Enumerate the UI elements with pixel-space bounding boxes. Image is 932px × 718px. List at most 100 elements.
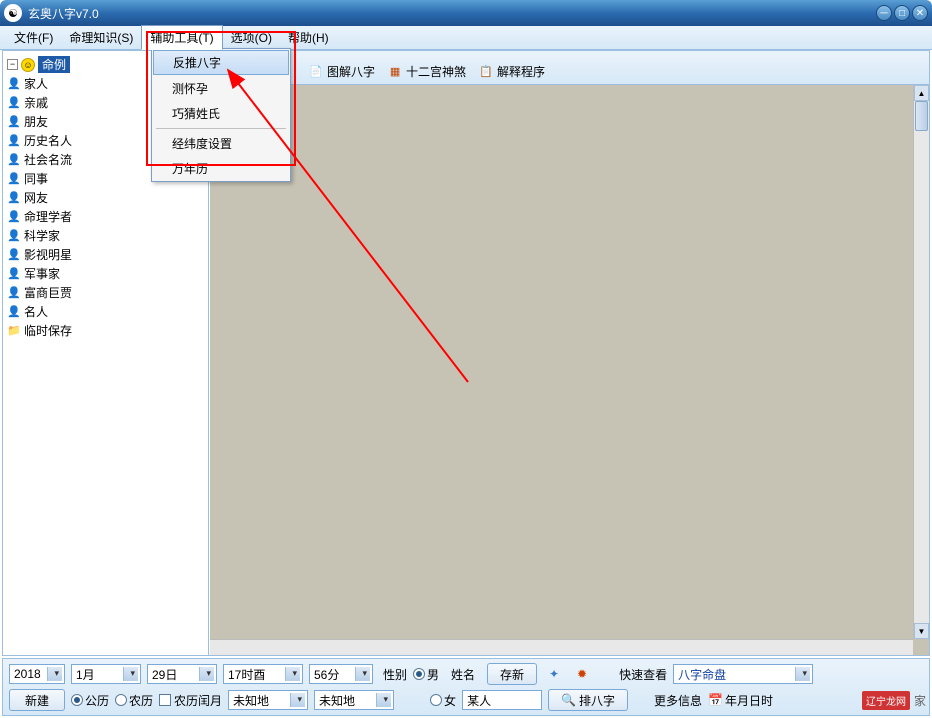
dropdown-lonlat[interactable]: 经纬度设置 [152,131,290,156]
horizontal-scrollbar[interactable] [210,639,913,655]
folder-icon: 👤 [7,134,21,148]
tree-item-label: 同事 [24,170,48,187]
folder-icon: 👤 [7,286,21,300]
tree-item[interactable]: 👤网友 [7,188,206,207]
toolbar-palaces-label: 十二宫神煞 [406,63,466,80]
name-label: 姓名 [451,666,475,683]
leap-checkbox[interactable] [159,694,171,706]
day-value: 29日 [152,666,177,683]
maximize-button[interactable]: □ [894,5,910,21]
tree-item[interactable]: 👤名人 [7,302,206,321]
year-select[interactable]: 2018 [9,664,65,684]
watermark-sub: 家 [914,692,926,709]
minute-select[interactable]: 56分 [309,664,373,684]
place1-value: 未知地 [233,692,269,709]
collapse-icon[interactable]: − [7,59,18,70]
scroll-up-icon[interactable]: ▲ [914,85,929,101]
tree-item[interactable]: 👤富商巨贾 [7,283,206,302]
folder-icon: 📁 [7,324,21,338]
day-select[interactable]: 29日 [147,664,217,684]
dropdown-calendar[interactable]: 万年历 [152,156,290,181]
watermark: 辽宁龙网 家 [862,691,926,710]
year-value: 2018 [14,667,41,681]
name-input[interactable] [462,690,542,710]
gender-male[interactable]: 男 [413,666,439,683]
menu-options[interactable]: 选项(O) [223,26,280,49]
tree-item[interactable]: 👤军事家 [7,264,206,283]
quick-view-select[interactable]: 八字命盘 [673,664,813,684]
toolbar-diagram[interactable]: 📄 图解八字 [308,63,375,80]
tree-item-label: 社会名流 [24,151,72,168]
minute-value: 56分 [314,666,339,683]
menu-file[interactable]: 文件(F) [6,26,61,49]
title-bar: ☯ 玄奥八字v7.0 ─ □ ✕ [0,0,932,26]
scroll-thumb[interactable] [915,101,928,131]
place1-select[interactable]: 未知地 [228,690,308,710]
tree-root-label: 命例 [38,56,70,73]
quick-view-label: 快速查看 [619,666,667,683]
tree-item-label: 历史名人 [24,132,72,149]
scroll-down-icon[interactable]: ▼ [914,623,929,639]
calendar-icon: 📅 [708,693,723,707]
quick-view-value: 八字命盘 [678,666,726,683]
vertical-scrollbar[interactable]: ▲ ▼ [913,85,929,639]
menu-knowledge[interactable]: 命理知识(S) [61,26,141,49]
tree-item[interactable]: 👤命理学者 [7,207,206,226]
dropdown-separator [156,128,286,129]
folder-icon: 👤 [7,172,21,186]
star-icon[interactable]: ✹ [571,663,593,685]
tree-item[interactable]: 👤科学家 [7,226,206,245]
calendar-solar[interactable]: 公历 [71,692,109,709]
place2-select[interactable]: 未知地 [314,690,394,710]
tree-item[interactable]: 📁临时保存 [7,321,206,340]
wizard-icon[interactable]: ✦ [543,663,565,685]
solar-label: 公历 [85,692,109,709]
bottom-row-1: 2018 1月 29日 17时酉 56分 性别 男 姓名 存新 ✦ ✹ 快速查看… [9,663,923,685]
folder-icon: 👤 [7,210,21,224]
content-pane: ▲ ▼ [209,51,929,655]
tree-item-label: 朋友 [24,113,48,130]
tree-item-label: 亲戚 [24,94,48,111]
folder-icon: 👤 [7,305,21,319]
new-button[interactable]: 新建 [9,689,65,711]
gender-label: 性别 [383,666,407,683]
folder-icon: 👤 [7,77,21,91]
menu-tools[interactable]: 辅助工具(T) [141,25,222,50]
leap-label: 农历闰月 [174,692,222,709]
female-label: 女 [444,692,456,709]
folder-icon: 👤 [7,267,21,281]
diagram-icon: 📄 [308,63,324,79]
palaces-icon: ▦ [387,63,403,79]
arrange-button[interactable]: 🔍排八字 [548,689,628,711]
save-new-button[interactable]: 存新 [487,663,537,685]
more-info-value-wrap: 📅年月日时 [708,692,773,709]
toolbar-explain[interactable]: 📋 解释程序 [478,63,545,80]
tree-item-label: 影视明星 [24,246,72,263]
tree-item-label: 军事家 [24,265,60,282]
close-button[interactable]: ✕ [912,5,928,21]
dropdown-guess-surname[interactable]: 巧猜姓氏 [152,101,290,126]
dropdown-pregnancy[interactable]: 测怀孕 [152,76,290,101]
month-value: 1月 [76,666,95,683]
tree-item-label: 名人 [24,303,48,320]
male-label: 男 [427,666,439,683]
toolbar-palaces[interactable]: ▦ 十二宫神煞 [387,63,466,80]
smile-icon: ☺ [21,58,35,72]
tree-item-label: 网友 [24,189,48,206]
hour-select[interactable]: 17时酉 [223,664,303,684]
tree-item[interactable]: 👤影视明星 [7,245,206,264]
leap-month[interactable]: 农历闰月 [159,692,222,709]
toolbar-diagram-label: 图解八字 [327,63,375,80]
folder-icon: 👤 [7,153,21,167]
window-buttons: ─ □ ✕ [876,5,928,21]
folder-icon: 👤 [7,248,21,262]
gender-female[interactable]: 女 [430,692,456,709]
more-info-value: 年月日时 [725,692,773,709]
dropdown-reverse[interactable]: 反推八字 [153,50,289,75]
explain-icon: 📋 [478,63,494,79]
lunar-label: 农历 [129,692,153,709]
calendar-lunar[interactable]: 农历 [115,692,153,709]
minimize-button[interactable]: ─ [876,5,892,21]
menu-help[interactable]: 帮助(H) [280,26,337,49]
month-select[interactable]: 1月 [71,664,141,684]
